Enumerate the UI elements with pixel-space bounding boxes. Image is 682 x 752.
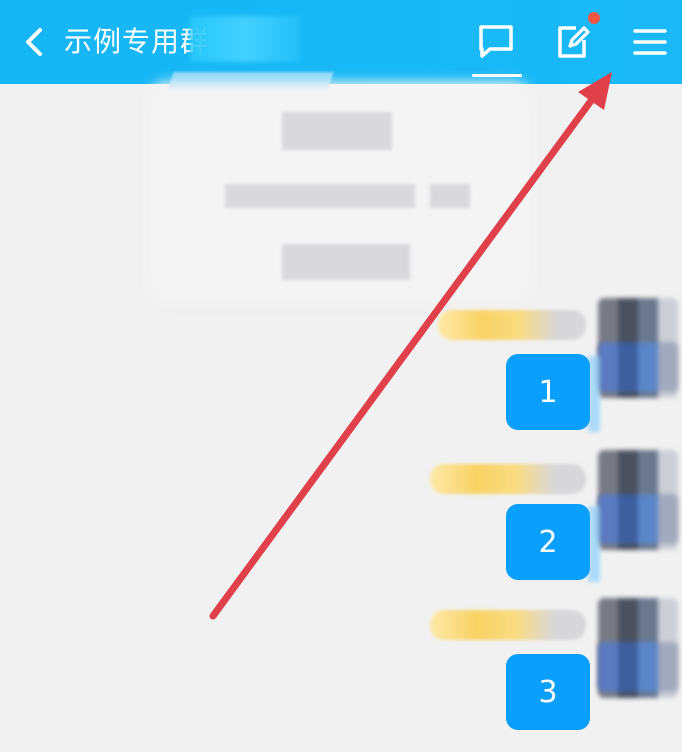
edit-button[interactable] [546,18,598,66]
message-bubble[interactable]: 1 [506,354,590,430]
message-bubble[interactable]: 3 [506,654,590,730]
chat-tab-button[interactable] [470,18,522,66]
avatar-lower [598,342,678,392]
group-title: 示例专用群 [64,25,210,58]
message-row: 3 [0,590,682,730]
sender-name-redacted [430,464,586,494]
avatar-lower [598,494,678,544]
sender-name-redacted [438,310,586,340]
hamburger-menu-icon [633,29,667,55]
avatar-lower [598,642,678,692]
chevron-left-icon [26,28,42,56]
menu-button[interactable] [624,18,676,66]
notification-badge [588,12,600,24]
chat-header: 示例专用群 [0,0,682,84]
edit-square-icon [558,26,590,58]
redacted-line [282,244,410,280]
redacted-line [225,184,415,208]
redacted-line [430,184,470,208]
sender-name-redacted [430,610,586,640]
redacted-line [282,112,392,150]
message-row: 2 [0,440,682,582]
message-bubble[interactable]: 2 [506,504,590,580]
active-tab-indicator [472,74,522,77]
title-redaction [190,16,300,62]
message-row: 1 [0,290,682,432]
message-square-icon [479,25,513,58]
back-button[interactable] [14,22,54,62]
